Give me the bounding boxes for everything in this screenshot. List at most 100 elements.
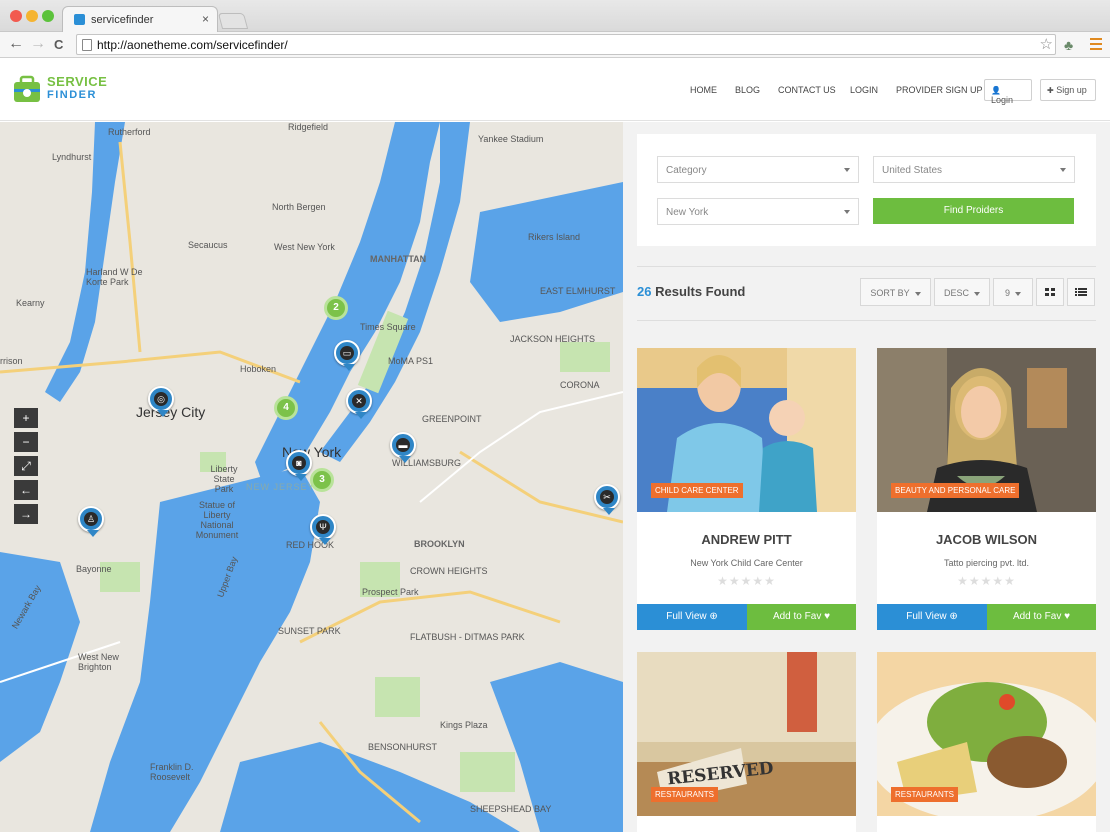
rating-stars: ★★★★★ (957, 574, 1016, 588)
logo-text-finder[interactable]: FINDER (47, 89, 97, 101)
person-icon: ♙ (84, 512, 98, 526)
bookmark-star-icon[interactable]: ☆ (1040, 35, 1053, 53)
car-icon: ▭ (340, 346, 354, 360)
provider-card[interactable]: RESTAURANTS (877, 652, 1096, 832)
minimize-window-button[interactable] (26, 10, 38, 22)
map-cluster[interactable]: 4 (274, 396, 298, 420)
map-label: SHEEPSHEAD BAY (470, 804, 552, 814)
nav-contact-us[interactable]: CONTACT US (778, 85, 836, 95)
list-view-button[interactable] (1067, 278, 1095, 306)
back-icon[interactable]: ← (8, 35, 24, 53)
provider-photo[interactable]: BEAUTY AND PERSONAL CARE (877, 348, 1096, 512)
map-label: Harland W De Korte Park (86, 267, 143, 287)
washing-machine-icon: ◙ (292, 456, 306, 470)
tools-icon: ✕ (352, 394, 366, 408)
tab-close-icon[interactable]: × (202, 12, 209, 26)
list-icon (1075, 288, 1087, 296)
new-tab-button[interactable] (217, 13, 249, 29)
maximize-window-button[interactable] (42, 10, 54, 22)
map-cluster[interactable]: 2 (324, 296, 348, 320)
map-label: EAST ELMHURST (540, 286, 616, 296)
map-pin[interactable]: ♙ (78, 506, 104, 537)
map-pin[interactable]: Ψ (310, 514, 336, 545)
map-pin[interactable]: ◙ (286, 450, 312, 481)
chevron-down-icon (844, 210, 850, 214)
forward-icon[interactable]: → (30, 35, 46, 53)
site-header: SERVICE FINDER HOME BLOG CONTACT US LOGI… (0, 59, 1110, 121)
country-select[interactable]: United States (873, 156, 1075, 183)
map-next-button[interactable]: → (14, 504, 38, 524)
signup-button[interactable]: ✚ Sign up (1040, 79, 1096, 101)
category-select-value: Category (666, 165, 707, 176)
reload-icon[interactable]: C (54, 37, 63, 52)
provider-photo[interactable]: CHILD CARE CENTER (637, 348, 856, 512)
map-pin[interactable]: ✂ (594, 484, 620, 515)
grid-view-button[interactable] (1036, 278, 1064, 306)
browser-tabstrip: servicefinder × (0, 0, 1110, 32)
restaurant-icon: Ψ (316, 520, 330, 534)
map-pin[interactable]: ▬ (390, 432, 416, 463)
chevron-down-icon (844, 168, 850, 172)
provider-name[interactable]: JACOB WILSON (877, 532, 1096, 547)
results-count: 26 Results Found (637, 284, 745, 299)
map-view[interactable]: Rutherford Ridgefield Lyndhurst North Be… (0, 122, 623, 832)
city-select[interactable]: New York (657, 198, 859, 225)
extension-icon[interactable]: ♣ (1064, 37, 1073, 53)
provider-photo[interactable]: RESTAURANTS (877, 652, 1096, 816)
address-bar[interactable]: http://aonetheme.com/servicefinder/ ☆ (76, 34, 1056, 55)
nav-home[interactable]: HOME (690, 85, 717, 95)
full-view-button[interactable]: Full View ⊕ (877, 604, 987, 630)
provider-card[interactable]: RESERVED RESTAURANTS (637, 652, 856, 832)
full-view-button[interactable]: Full View ⊕ (637, 604, 747, 630)
map-label: Hoboken (240, 364, 277, 374)
page-icon (82, 39, 92, 51)
browser-tab[interactable]: servicefinder × (62, 6, 218, 32)
map-label: MoMA PS1 (388, 356, 434, 366)
browser-toolbar: ← → C http://aonetheme.com/servicefinder… (0, 32, 1110, 58)
zoom-out-button[interactable]: − (14, 432, 38, 452)
map-pin[interactable]: ✕ (346, 388, 372, 419)
provider-name[interactable]: ANDREW PITT (637, 532, 856, 547)
per-page-dropdown[interactable]: 9 (993, 278, 1033, 306)
logo-text-service[interactable]: SERVICE (47, 74, 107, 89)
map-label: BROOKLYN (414, 539, 465, 549)
map-pin[interactable]: ▭ (334, 340, 360, 371)
add-to-fav-button[interactable]: Add to Fav ♥ (987, 604, 1096, 630)
map-label: FLATBUSH - DITMAS PARK (410, 632, 525, 642)
per-page-label: 9 (1004, 288, 1010, 298)
url-text: http://aonetheme.com/servicefinder/ (97, 38, 288, 52)
logo-icon[interactable] (10, 73, 44, 107)
add-to-fav-button[interactable]: Add to Fav ♥ (747, 604, 856, 630)
divider (637, 266, 1096, 267)
map-label: JACKSON HEIGHTS (510, 334, 596, 344)
map-label: NEW JERSEY (246, 482, 315, 492)
find-providers-button[interactable]: Find Proiders (873, 198, 1074, 224)
map-label: Franklin D. Roosevelt (150, 762, 194, 782)
browser-menu-icon[interactable] (1090, 38, 1102, 53)
map-label: CROWN HEIGHTS (410, 566, 488, 576)
provider-card[interactable]: BEAUTY AND PERSONAL CARE JACOB WILSON Ta… (877, 348, 1096, 630)
results-panel: Category United States New York Find Pro… (623, 122, 1110, 832)
provider-photo[interactable]: RESERVED RESTAURANTS (637, 652, 856, 816)
fullscreen-button[interactable]: ⤢ (14, 456, 38, 476)
map-pin[interactable]: ◎ (148, 386, 174, 417)
order-dropdown[interactable]: DESC (934, 278, 990, 306)
zoom-in-button[interactable]: + (14, 408, 38, 428)
map-label: Times Square (360, 322, 416, 332)
nav-provider-sign-up[interactable]: PROVIDER SIGN UP (896, 85, 983, 95)
user-icon: 👤 (991, 86, 1001, 95)
login-button[interactable]: 👤 Login (984, 79, 1032, 105)
map-label: Bayonne (76, 564, 112, 574)
map-label: Rutherford (108, 127, 151, 137)
close-window-button[interactable] (10, 10, 22, 22)
category-select[interactable]: Category (657, 156, 859, 183)
sort-by-dropdown[interactable]: SORT BY (860, 278, 931, 306)
chevron-down-icon (914, 291, 921, 296)
nav-login[interactable]: LOGIN (850, 85, 878, 95)
map-cluster[interactable]: 3 (310, 468, 334, 492)
nav-blog[interactable]: BLOG (735, 85, 760, 95)
provider-card[interactable]: CHILD CARE CENTER ANDREW PITT New York C… (637, 348, 856, 630)
map-prev-button[interactable]: ← (14, 480, 38, 500)
map-label: rrison (0, 356, 23, 366)
category-tag: CHILD CARE CENTER (651, 483, 743, 498)
